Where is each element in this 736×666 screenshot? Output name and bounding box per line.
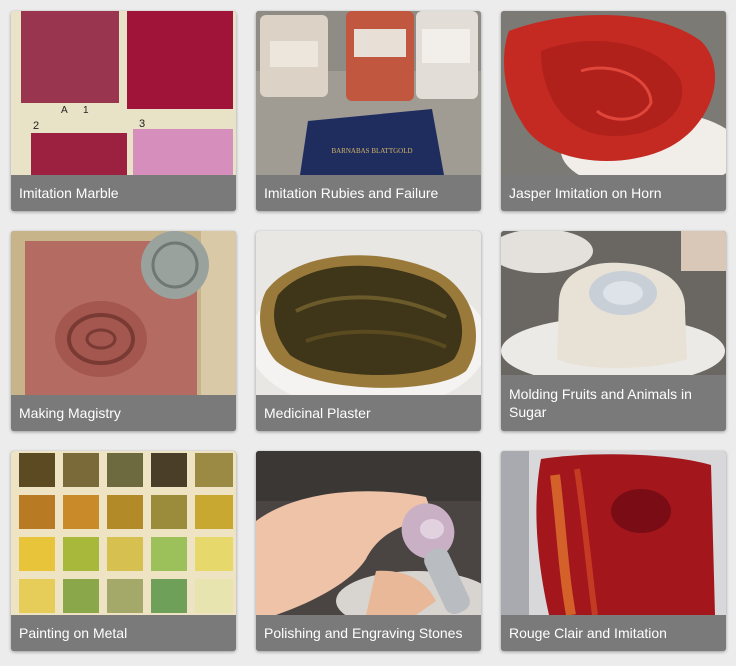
card-title: Making Magistry — [11, 395, 236, 431]
gallery-card-imitation-rubies[interactable]: BARNABAS BLATTGOLD Imitation Rubies and … — [256, 11, 481, 211]
gallery-card-medicinal-plaster[interactable]: Medicinal Plaster — [256, 231, 481, 431]
gallery-card-molding-fruits[interactable]: Molding Fruits and Animals in Sugar — [501, 231, 726, 431]
card-thumbnail: A 1 2 3 — [11, 11, 236, 175]
card-thumbnail — [256, 231, 481, 395]
svg-text:BARNABAS BLATTGOLD: BARNABAS BLATTGOLD — [331, 147, 412, 155]
card-title: Painting on Metal — [11, 615, 236, 651]
card-thumbnail — [256, 451, 481, 615]
card-thumbnail — [11, 451, 236, 615]
svg-text:1: 1 — [83, 105, 89, 116]
card-thumbnail — [501, 11, 726, 175]
card-title: Imitation Marble — [11, 175, 236, 211]
card-thumbnail — [501, 231, 726, 375]
gallery-card-jasper-imitation[interactable]: Jasper Imitation on Horn — [501, 11, 726, 211]
svg-text:3: 3 — [139, 118, 145, 130]
card-thumbnail: BARNABAS BLATTGOLD — [256, 11, 481, 175]
card-thumbnail — [11, 231, 236, 395]
gallery-card-imitation-marble[interactable]: A 1 2 3 Imitation Marble — [11, 11, 236, 211]
project-gallery: A 1 2 3 Imitation Marble BARNABAS BLATTG… — [0, 0, 736, 666]
svg-text:2: 2 — [33, 120, 39, 132]
card-title: Jasper Imitation on Horn — [501, 175, 726, 211]
svg-text:A: A — [61, 105, 68, 116]
gallery-card-rouge-clair[interactable]: Rouge Clair and Imitation — [501, 451, 726, 651]
card-title: Polishing and Engraving Stones — [256, 615, 481, 651]
gallery-card-making-magistry[interactable]: Making Magistry — [11, 231, 236, 431]
card-title: Imitation Rubies and Failure — [256, 175, 481, 211]
card-title: Medicinal Plaster — [256, 395, 481, 431]
card-title: Rouge Clair and Imitation — [501, 615, 726, 651]
card-title: Molding Fruits and Animals in Sugar — [501, 375, 726, 431]
gallery-card-polishing-stones[interactable]: Polishing and Engraving Stones — [256, 451, 481, 651]
card-thumbnail — [501, 451, 726, 615]
gallery-card-painting-on-metal[interactable]: Painting on Metal — [11, 451, 236, 651]
